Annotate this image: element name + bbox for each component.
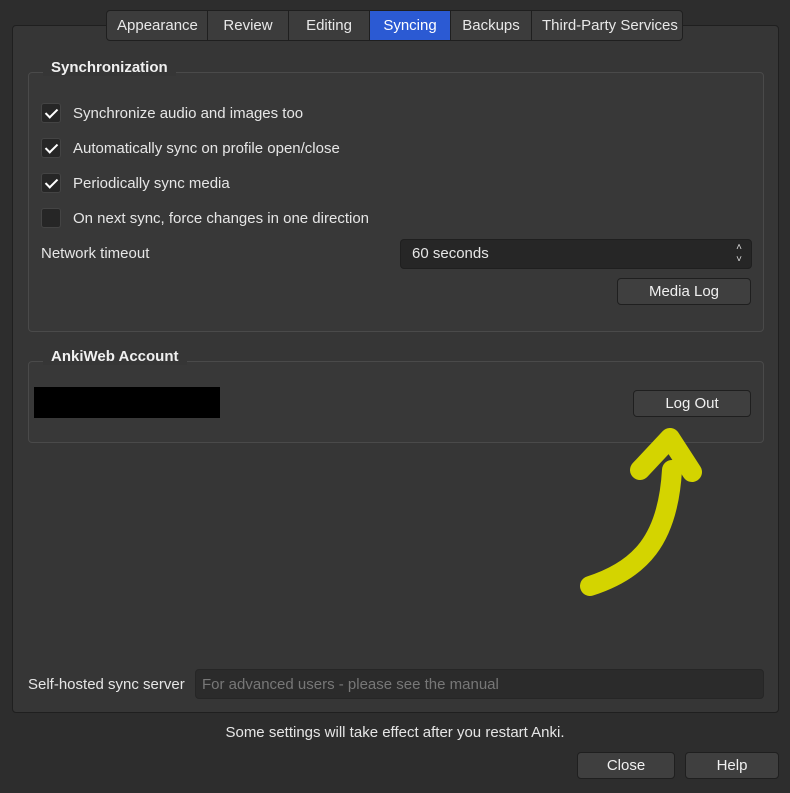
option-sync-audio-images[interactable]: Synchronize audio and images too	[41, 103, 303, 123]
chevron-down-icon[interactable]: ˅	[736, 255, 742, 265]
tab-syncing[interactable]: Syncing	[369, 10, 451, 41]
redacted-username	[34, 387, 220, 418]
ankiweb-account-title: AnkiWeb Account	[43, 348, 187, 365]
chevron-up-icon[interactable]: ˄	[736, 243, 742, 253]
self-hosted-row: Self-hosted sync server	[28, 676, 185, 693]
option-label: Periodically sync media	[73, 174, 230, 192]
tab-editing[interactable]: Editing	[288, 10, 370, 41]
checkbox-periodic-media-sync[interactable]	[41, 173, 61, 193]
checkbox-sync-audio-images[interactable]	[41, 103, 61, 123]
option-label: Automatically sync on profile open/close	[73, 139, 340, 157]
tab-bar: Appearance Review Editing Syncing Backup…	[106, 10, 683, 41]
self-hosted-server-input[interactable]	[195, 669, 764, 699]
log-out-button[interactable]: Log Out	[633, 390, 751, 417]
option-auto-sync[interactable]: Automatically sync on profile open/close	[41, 138, 340, 158]
network-timeout-row: Network timeout	[41, 245, 149, 262]
network-timeout-spinbox[interactable]: 60 seconds ˄ ˅	[400, 239, 752, 269]
media-log-button[interactable]: Media Log	[617, 278, 751, 305]
option-force-one-way[interactable]: On next sync, force changes in one direc…	[41, 208, 369, 228]
tab-backups[interactable]: Backups	[450, 10, 532, 41]
restart-notice: Some settings will take effect after you…	[225, 724, 565, 741]
tab-third-party-services[interactable]: Third-Party Services	[531, 10, 683, 41]
synchronization-title: Synchronization	[43, 59, 176, 76]
checkbox-force-one-way[interactable]	[41, 208, 61, 228]
network-timeout-value: 60 seconds	[412, 245, 489, 262]
spinbox-arrows[interactable]: ˄ ˅	[733, 243, 745, 265]
option-periodic-media-sync[interactable]: Periodically sync media	[41, 173, 230, 193]
tab-review[interactable]: Review	[207, 10, 289, 41]
close-button[interactable]: Close	[577, 752, 675, 779]
option-label: Synchronize audio and images too	[73, 104, 304, 122]
network-timeout-label: Network timeout	[41, 245, 150, 262]
checkbox-auto-sync[interactable]	[41, 138, 61, 158]
tab-appearance[interactable]: Appearance	[106, 10, 208, 41]
option-label: On next sync, force changes in one direc…	[73, 209, 370, 227]
help-button[interactable]: Help	[685, 752, 779, 779]
self-hosted-label: Self-hosted sync server	[28, 676, 185, 693]
